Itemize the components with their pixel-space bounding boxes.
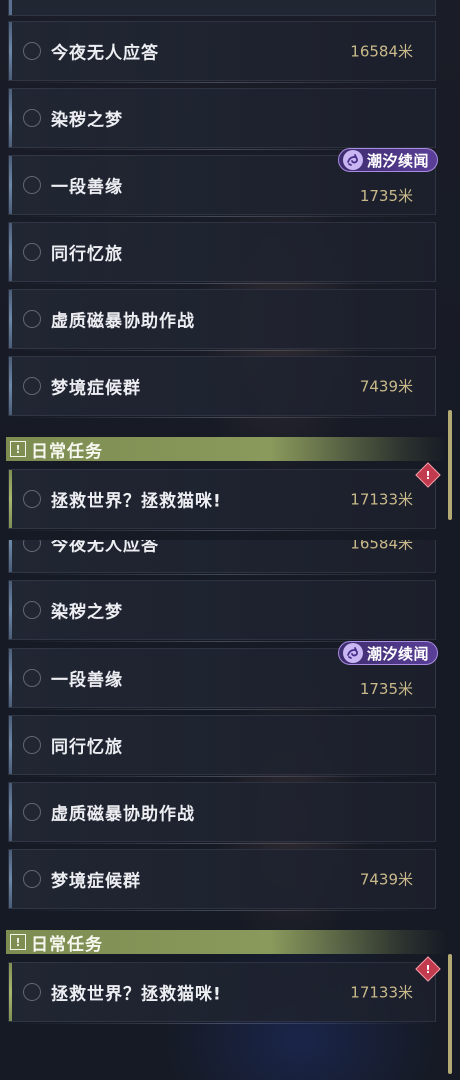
daily-section-header: ! 日常任务	[6, 930, 446, 955]
quest-item[interactable]: 梦境症候群 7439米	[8, 849, 436, 911]
quest-name: 一段善缘	[51, 177, 123, 198]
quest-name: 同行忆旅	[51, 244, 123, 265]
quest-distance: 16584米	[350, 540, 413, 553]
quest-item-daily[interactable]: 拯救世界？拯救猫咪! 17133米	[8, 469, 436, 531]
radio-icon[interactable]	[23, 669, 41, 687]
swirl-icon	[342, 150, 363, 170]
radio-icon[interactable]	[23, 870, 41, 888]
scrollbar[interactable]	[448, 410, 452, 520]
radio-icon[interactable]	[23, 377, 41, 395]
quest-name: 拯救世界？拯救猫咪!	[51, 491, 222, 512]
radio-icon[interactable]	[23, 42, 41, 60]
quest-name: 梦境症候群	[51, 378, 141, 399]
quest-name: 染秽之梦	[51, 110, 123, 131]
quest-item[interactable]: 虚质磁暴协助作战	[8, 289, 436, 351]
radio-icon[interactable]	[23, 310, 41, 328]
quest-name: 今夜无人应答	[51, 43, 159, 64]
quest-name: 虚质磁暴协助作战	[51, 804, 195, 825]
tide-story-badge: 潮汐续闻	[337, 641, 438, 665]
radio-icon[interactable]	[23, 490, 41, 508]
radio-icon[interactable]	[23, 983, 41, 1001]
radio-icon[interactable]	[23, 176, 41, 194]
quest-item[interactable]: 今夜无人应答 16584米	[8, 540, 436, 575]
section-title: 日常任务	[31, 441, 103, 462]
quest-item[interactable]: 梦境症候群 7439米	[8, 356, 436, 418]
quest-distance: 17133米	[350, 983, 413, 1002]
quest-item[interactable]: 虚质磁暴协助作战	[8, 782, 436, 844]
section-title: 日常任务	[31, 934, 103, 955]
quest-name: 今夜无人应答	[51, 540, 159, 556]
quest-panel-top: 今夜无人应答 16584米 染秽之梦 一段善缘 1735米 潮汐续闻 同行忆旅 …	[0, 0, 460, 540]
radio-icon[interactable]	[23, 540, 41, 552]
daily-section-header: ! 日常任务	[6, 437, 446, 462]
badge-label: 潮汐续闻	[366, 151, 429, 170]
quest-item[interactable]: 同行忆旅	[8, 715, 436, 777]
exclamation-square-icon: !	[10, 934, 26, 950]
badge-label: 潮汐续闻	[366, 644, 429, 663]
quest-item-daily[interactable]: 拯救世界？拯救猫咪! 17133米	[8, 962, 436, 1024]
quest-name: 一段善缘	[51, 670, 123, 691]
quest-name: 染秽之梦	[51, 602, 123, 623]
quest-item-partial-top[interactable]	[8, 0, 436, 16]
radio-icon[interactable]	[23, 803, 41, 821]
radio-icon[interactable]	[23, 736, 41, 754]
quest-distance: 16584米	[350, 42, 413, 61]
swirl-icon	[342, 643, 363, 663]
exclamation-square-icon: !	[10, 441, 26, 457]
quest-item[interactable]: 染秽之梦	[8, 88, 436, 150]
tide-story-badge: 潮汐续闻	[337, 148, 438, 172]
radio-icon[interactable]	[23, 601, 41, 619]
quest-name: 梦境症候群	[51, 871, 141, 892]
quest-distance: 7439米	[359, 870, 413, 889]
quest-item[interactable]: 今夜无人应答 16584米	[8, 21, 436, 83]
radio-icon[interactable]	[23, 109, 41, 127]
quest-item[interactable]: 染秽之梦	[8, 580, 436, 642]
quest-distance: 17133米	[350, 490, 413, 509]
quest-name: 拯救世界？拯救猫咪!	[51, 984, 222, 1005]
quest-distance: 1735米	[359, 680, 413, 698]
quest-name: 虚质磁暴协助作战	[51, 311, 195, 332]
scrollbar[interactable]	[448, 954, 452, 1074]
radio-icon[interactable]	[23, 243, 41, 261]
quest-distance: 7439米	[359, 377, 413, 396]
quest-distance: 1735米	[359, 187, 413, 205]
quest-name: 同行忆旅	[51, 737, 123, 758]
quest-panel-bottom: 今夜无人应答 16584米 染秽之梦 一段善缘 1735米 潮汐续闻 同行忆旅 …	[0, 540, 460, 1080]
quest-item[interactable]: 同行忆旅	[8, 222, 436, 284]
